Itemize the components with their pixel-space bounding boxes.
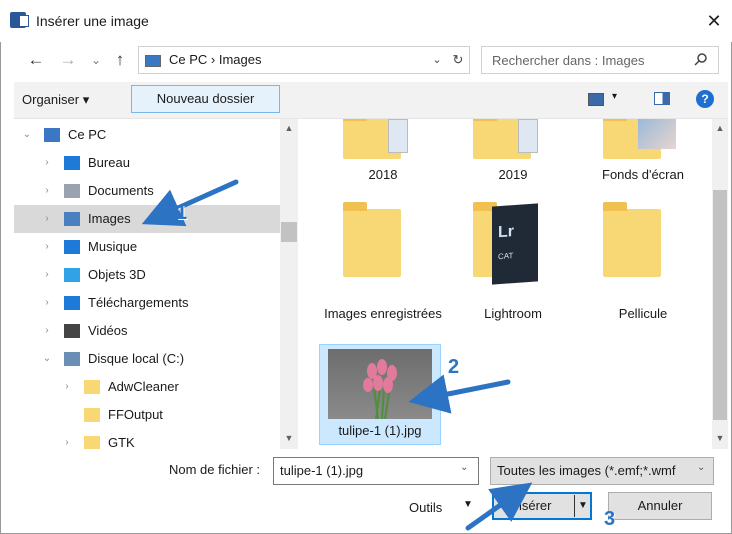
annotation-arrows — [141, 179, 533, 531]
annotation-arrow-1 — [141, 179, 239, 227]
annotation-arrow-2 — [408, 374, 511, 414]
annotation-number-1: 1 — [176, 202, 188, 224]
annotation-arrow-3 — [465, 482, 533, 531]
annotation-number-2: 2 — [448, 356, 460, 378]
annotation-number-3: 3 — [604, 508, 616, 530]
